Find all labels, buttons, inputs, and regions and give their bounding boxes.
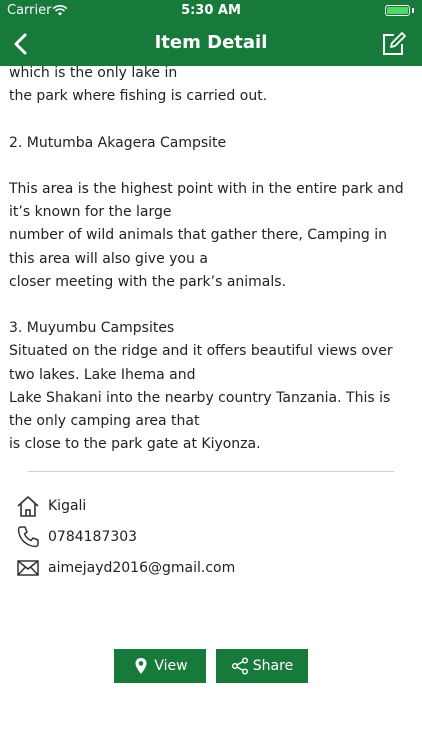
share-button-label: Share [252,658,294,674]
phone-row[interactable]: 0784187303 [16,524,137,550]
phone-text[interactable]: 0784187303 [48,529,137,545]
battery-nub [412,8,414,13]
page-title: Item Detail [154,32,268,53]
location-row: Kigali [16,493,86,519]
mail-icon [17,560,39,576]
status-time: 5:30 AM [181,3,241,18]
email-row[interactable]: aimejayd2016@gmail.com [16,555,235,581]
description-line: is close to the park gate at Kiyonza. [9,436,261,453]
location-text: Kigali [48,498,87,514]
nav-bar: Carrier 5:30 AM Item Detail [0,0,422,66]
phone-icon [17,526,39,548]
section-heading-2: 2. Mutumba Akagera Campsite [9,134,227,151]
share-button[interactable]: Share [216,649,308,683]
description-line: number of wild animals that gather there… [9,227,387,267]
section-heading-3: 3. Muyumbu Campsites [9,320,175,337]
description-line: the park where fishing is carried out. [9,88,268,105]
location-pin-icon [135,658,147,674]
edit-icon[interactable] [380,30,408,58]
battery-icon [385,5,410,16]
status-bar: Carrier 5:30 AM [0,0,422,22]
view-button[interactable]: View [114,649,206,683]
description-line: which is the only lake in [9,65,178,81]
email-text[interactable]: aimejayd2016@gmail.com [48,560,235,576]
description-line: Situated on the ridge and it offers beau… [9,343,393,383]
view-button-label: View [154,658,188,674]
divider [28,471,394,472]
home-icon [17,496,39,517]
description-line: closer meeting with the park’s animals. [9,273,287,290]
share-icon [231,657,248,675]
description-text: which is the only lake in the park where… [9,62,415,456]
description-line: This area is the highest point with in t… [9,180,404,221]
description-line: Lake Shakani into the nearby country Tan… [9,389,391,429]
